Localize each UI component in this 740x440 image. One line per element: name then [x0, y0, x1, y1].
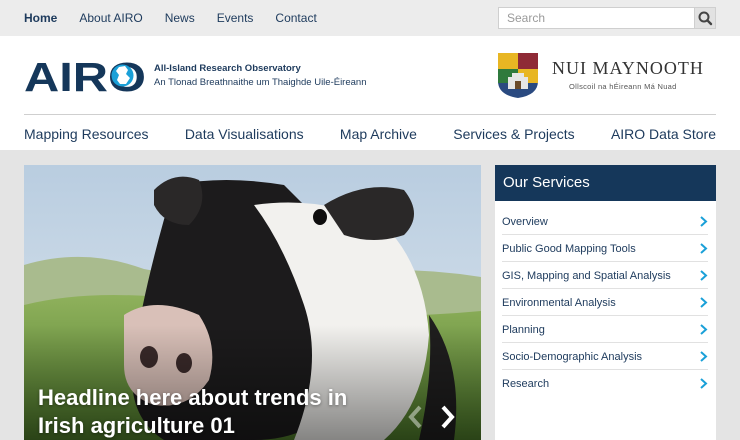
top-nav-news[interactable]: News: [165, 11, 195, 25]
service-item-planning[interactable]: Planning: [502, 316, 708, 343]
search-icon: [698, 11, 713, 26]
main-nav-data-store[interactable]: AIRO Data Store: [611, 126, 716, 142]
service-label: Socio-Demographic Analysis: [502, 351, 643, 363]
service-label: Planning: [502, 324, 545, 336]
service-label: Public Good Mapping Tools: [502, 243, 636, 255]
service-item-public-good-mapping[interactable]: Public Good Mapping Tools: [502, 235, 708, 262]
airo-logo[interactable]: AIRO: [24, 54, 144, 96]
search-button[interactable]: [694, 8, 715, 28]
chevron-right-icon: [700, 243, 708, 254]
chevron-right-icon: [700, 216, 708, 227]
university-name[interactable]: NUI MAYNOOTH: [552, 58, 704, 79]
main-nav-mapping-resources[interactable]: Mapping Resources: [24, 126, 149, 142]
search-box: [498, 7, 716, 29]
our-services-panel: Our Services Overview Public Good Mappin…: [495, 165, 716, 440]
service-item-research[interactable]: Research: [502, 370, 708, 397]
chevron-left-icon: [408, 405, 422, 429]
hero-slider[interactable]: Headline here about trends in Irish agri…: [24, 165, 481, 440]
tagline-english: All-Island Research Observatory: [154, 63, 301, 74]
service-label: GIS, Mapping and Spatial Analysis: [502, 270, 671, 282]
service-item-overview[interactable]: Overview: [502, 208, 708, 235]
main-nav-services-projects[interactable]: Services & Projects: [453, 126, 574, 142]
university-crest-icon: [498, 53, 538, 98]
hero-prev-button[interactable]: [405, 404, 427, 430]
hero-next-button[interactable]: [436, 404, 458, 430]
site-header: AIRO All-Island Research Observatory An …: [0, 36, 740, 150]
tagline-irish: An Tlonad Breathnaithe um Thaighde Uile-…: [154, 77, 367, 88]
chevron-right-icon: [700, 324, 708, 335]
service-item-environmental-analysis[interactable]: Environmental Analysis: [502, 289, 708, 316]
top-nav-contact[interactable]: Contact: [275, 11, 316, 25]
search-input[interactable]: [499, 8, 695, 28]
chevron-right-icon: [700, 351, 708, 362]
top-bar: Home About AIRO News Events Contact: [0, 0, 740, 36]
main-nav-data-visualisations[interactable]: Data Visualisations: [185, 126, 304, 142]
service-label: Environmental Analysis: [502, 297, 616, 309]
hero-headline[interactable]: Headline here about trends in Irish agri…: [38, 384, 398, 440]
top-nav: Home About AIRO News Events Contact: [24, 11, 339, 25]
chevron-right-icon: [700, 270, 708, 281]
services-title: Our Services: [495, 165, 716, 201]
service-item-gis-mapping[interactable]: GIS, Mapping and Spatial Analysis: [502, 262, 708, 289]
chevron-right-icon: [700, 378, 708, 389]
chevron-right-icon: [441, 405, 455, 429]
header-divider: [24, 114, 716, 115]
services-list: Overview Public Good Mapping Tools GIS, …: [495, 208, 716, 397]
top-nav-events[interactable]: Events: [217, 11, 254, 25]
top-nav-home[interactable]: Home: [24, 11, 57, 25]
tagline: All-Island Research Observatory An Tlona…: [154, 62, 366, 90]
service-label: Overview: [502, 216, 548, 228]
main-nav-map-archive[interactable]: Map Archive: [340, 126, 417, 142]
service-item-socio-demographic[interactable]: Socio-Demographic Analysis: [502, 343, 708, 370]
chevron-right-icon: [700, 297, 708, 308]
university-subtitle: Ollscoil na hÉireann Má Nuad: [569, 82, 677, 91]
main-nav: Mapping Resources Data Visualisations Ma…: [24, 126, 716, 142]
top-nav-about[interactable]: About AIRO: [79, 11, 142, 25]
service-label: Research: [502, 378, 550, 390]
